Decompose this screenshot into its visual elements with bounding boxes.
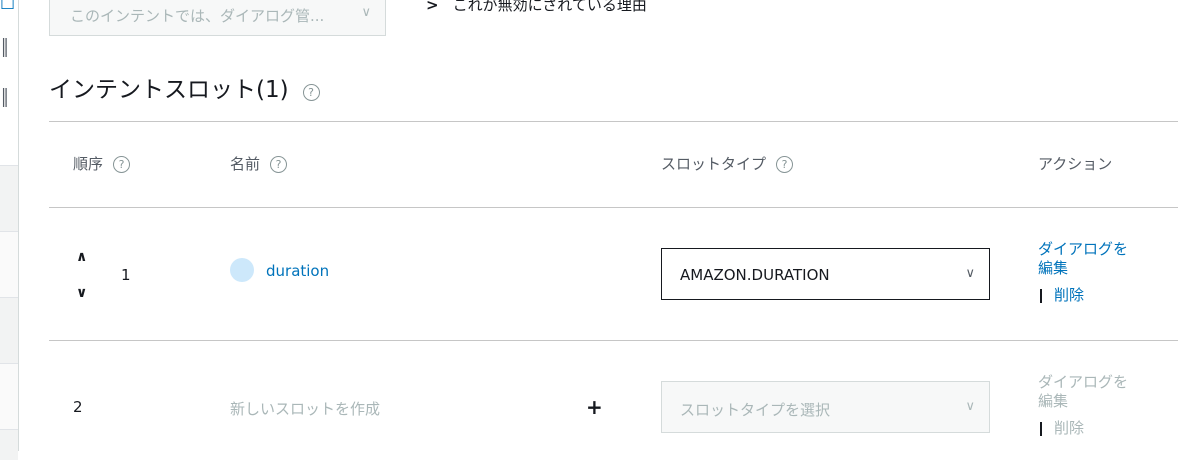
slot-type-placeholder: スロットタイプを選択 xyxy=(680,401,831,419)
header-divider xyxy=(49,207,1178,208)
action-separator xyxy=(1040,421,1042,436)
help-icon[interactable]: ? xyxy=(270,156,288,173)
edit-dialog-label-line2: 編集 xyxy=(1038,392,1069,410)
column-header-slot-type: スロットタイプ? xyxy=(661,153,794,174)
nav-band[interactable] xyxy=(0,297,18,364)
section-title-text: インテントスロット(1) xyxy=(49,77,289,103)
chevron-right-icon: > xyxy=(426,0,439,14)
move-down-icon[interactable]: ∨ xyxy=(76,286,87,300)
nav-band[interactable] xyxy=(0,363,18,430)
slot-type-select[interactable]: AMAZON.DURATION ∨ xyxy=(661,248,990,300)
add-slot-icon[interactable]: + xyxy=(586,395,603,419)
help-icon[interactable]: ? xyxy=(113,156,131,173)
delete-link[interactable]: 削除 xyxy=(1054,286,1084,304)
chevron-down-icon: ∨ xyxy=(965,266,975,281)
nav-fragment-icon[interactable]: ║ xyxy=(0,90,10,106)
slot-type-value: AMAZON.DURATION xyxy=(680,266,830,284)
edit-dialog-link[interactable]: ダイアログを 編集 xyxy=(1038,240,1128,278)
dialog-management-placeholder: このインテントでは、ダイアログ管... xyxy=(70,7,325,25)
slot-name-link[interactable]: duration xyxy=(266,262,329,280)
row-order: 1 xyxy=(121,266,131,284)
help-icon[interactable]: ? xyxy=(302,84,320,101)
left-nav-rail: □ ║ ║ xyxy=(0,0,19,460)
left-nav-top xyxy=(0,0,18,165)
table-top-divider xyxy=(49,121,1178,122)
why-disabled-link[interactable]: > これが無効にされている理由 xyxy=(426,0,647,15)
nav-fragment-icon[interactable]: □ xyxy=(0,0,15,10)
row-actions: ダイアログを 編集 削除 xyxy=(1038,373,1128,438)
edit-dialog-label-line2: 編集 xyxy=(1038,259,1069,277)
chevron-down-icon: ∨ xyxy=(361,5,371,20)
why-disabled-label: これが無効にされている理由 xyxy=(452,0,647,14)
edit-dialog-link[interactable]: ダイアログを 編集 xyxy=(1038,373,1128,411)
move-up-icon[interactable]: ∧ xyxy=(76,250,87,264)
row-order: 2 xyxy=(73,398,83,416)
section-title: インテントスロット(1)? xyxy=(49,70,320,104)
column-header-order-label: 順序 xyxy=(73,155,104,173)
row-divider xyxy=(49,340,1178,341)
nav-band[interactable] xyxy=(0,429,18,460)
row-actions: ダイアログを 編集 削除 xyxy=(1038,240,1128,305)
column-header-action-label: アクション xyxy=(1038,155,1113,173)
delete-link[interactable]: 削除 xyxy=(1054,419,1084,437)
slot-color-dot xyxy=(230,258,254,282)
column-header-name-label: 名前 xyxy=(230,155,261,173)
column-header-name: 名前? xyxy=(230,153,288,174)
column-header-action: アクション xyxy=(1038,153,1112,174)
nav-band[interactable] xyxy=(0,231,18,298)
nav-band[interactable] xyxy=(0,165,18,232)
dialog-management-select[interactable]: このインテントでは、ダイアログ管... ∨ xyxy=(49,0,386,36)
action-separator xyxy=(1040,288,1042,303)
chevron-down-icon: ∨ xyxy=(965,399,975,414)
edit-dialog-label-line1: ダイアログを xyxy=(1038,373,1129,391)
column-header-order: 順序? xyxy=(73,153,131,174)
edit-dialog-label-line1: ダイアログを xyxy=(1038,240,1129,258)
new-slot-type-select[interactable]: スロットタイプを選択 ∨ xyxy=(661,381,990,433)
nav-fragment-icon[interactable]: ║ xyxy=(0,40,10,56)
help-icon[interactable]: ? xyxy=(776,156,794,173)
new-slot-input[interactable]: 新しいスロットを作成 xyxy=(230,398,380,419)
column-header-slot-type-label: スロットタイプ xyxy=(661,155,767,173)
